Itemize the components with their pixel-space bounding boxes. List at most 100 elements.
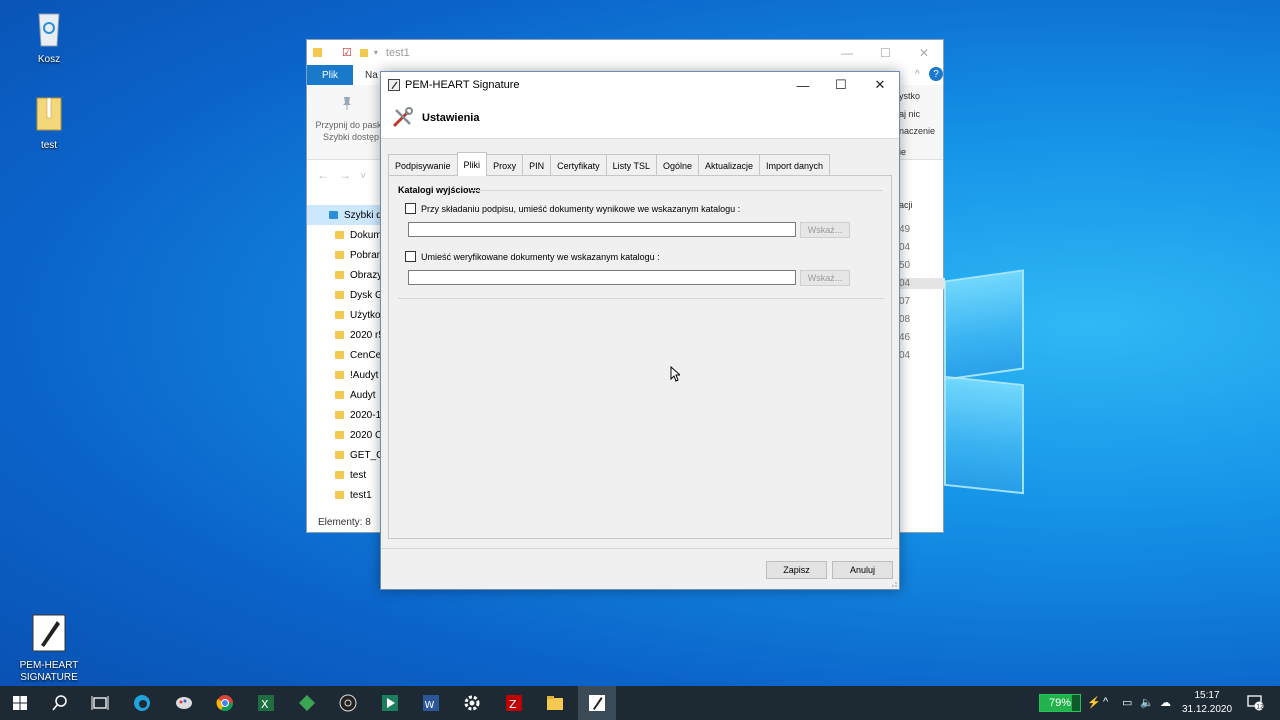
desktop-icon-test-folder[interactable]: test xyxy=(14,94,84,151)
sidebar-item[interactable]: Dokum xyxy=(307,225,381,245)
status-bar-count: Elementy: 8 xyxy=(318,517,371,528)
volume-icon[interactable]: 🔈 xyxy=(1140,696,1154,709)
footer-divider xyxy=(381,548,899,549)
sidebar-item-quick-access[interactable]: Szybki d xyxy=(307,205,381,225)
sidebar-item[interactable]: 2020 C xyxy=(307,425,381,445)
minimize-icon[interactable]: — xyxy=(841,46,853,60)
pen-signature-icon xyxy=(32,614,66,652)
sidebar-item[interactable]: !Audyt xyxy=(307,365,381,385)
folder-icon xyxy=(335,351,344,359)
back-arrow-icon[interactable]: ← xyxy=(317,168,329,182)
sidebar-item-label: GET_CE xyxy=(350,449,381,461)
pin-icon[interactable] xyxy=(339,95,355,111)
media-player-icon[interactable] xyxy=(380,693,400,713)
file-explorer-icon[interactable] xyxy=(545,693,565,713)
battery-indicator[interactable]: 79% xyxy=(1039,694,1081,712)
tab-import-danych[interactable]: Import danych xyxy=(759,154,831,176)
verify-output-browse-button[interactable]: Wskaż... xyxy=(800,270,850,286)
sidebar-item[interactable]: 2020-1 xyxy=(307,405,381,425)
sidebar-item-label: !Audyt xyxy=(350,369,379,381)
tab-file[interactable]: Plik xyxy=(307,65,353,85)
action-center-icon[interactable]: 12 xyxy=(1246,693,1264,711)
folder-icon xyxy=(335,331,344,339)
tab-aktualizacje[interactable]: Aktualizacje xyxy=(698,154,761,176)
navigation-pane: Szybki d Dokum Pobran Obrazy Dysk G Użytko 202… xyxy=(307,205,381,505)
sidebar-item[interactable]: CenCer xyxy=(307,345,381,365)
forward-arrow-icon[interactable]: → xyxy=(339,168,351,182)
ribbon-command-label[interactable]: ystko xyxy=(899,91,920,101)
sidebar-item[interactable]: Dysk G xyxy=(307,285,381,305)
tab-start[interactable]: Na xyxy=(365,70,378,81)
excel-icon[interactable]: X xyxy=(256,693,276,713)
pem-heart-taskbar-icon[interactable] xyxy=(587,693,607,713)
dialog-titlebar[interactable]: PEM-HEART Signature — ☐ ✕ xyxy=(381,72,899,98)
verify-output-checkbox[interactable] xyxy=(405,251,416,262)
battery-tray-icon[interactable]: ▭ xyxy=(1122,696,1132,709)
tab-proxy[interactable]: Proxy xyxy=(486,154,524,176)
pin-quick-access-label: Przypnij do paska Szybki dostęp xyxy=(315,120,387,142)
maximize-icon[interactable]: ☐ xyxy=(880,46,891,60)
search-icon[interactable] xyxy=(50,693,70,713)
desktop-icon-pem-heart[interactable]: PEM-HEART SIGNATURE xyxy=(14,601,84,696)
sign-output-browse-button[interactable]: Wskaż... xyxy=(800,222,850,238)
windows-start-icon[interactable] xyxy=(10,693,30,713)
sidebar-item[interactable]: test1 xyxy=(307,485,381,505)
ribbon-command-label[interactable]: acji xyxy=(899,200,913,210)
sidebar-item-label: Pobran xyxy=(350,249,381,261)
settings-gear-icon[interactable] xyxy=(462,693,482,713)
sign-output-checkbox[interactable] xyxy=(405,203,416,214)
close-icon[interactable]: ✕ xyxy=(861,72,899,98)
desktop-icon-label: Kosz xyxy=(37,54,61,65)
folder-icon xyxy=(335,431,344,439)
tab-ogólne[interactable]: Ogólne xyxy=(655,154,699,176)
sign-output-path-input[interactable] xyxy=(408,222,796,237)
svg-text:Z: Z xyxy=(509,698,517,711)
show-hidden-icons-chevron-icon[interactable]: ^ xyxy=(1103,696,1108,708)
sidebar-item[interactable]: Użytko xyxy=(307,305,381,325)
tab-certyfikaty[interactable]: Certyfikaty xyxy=(550,154,607,176)
recycle-bin-icon xyxy=(38,13,60,47)
sidebar-item[interactable]: test xyxy=(307,465,381,485)
svg-text:X: X xyxy=(261,698,269,711)
tab-pin[interactable]: PIN xyxy=(522,154,552,176)
power-plug-icon[interactable]: ⚡ xyxy=(1087,696,1101,709)
task-view-icon[interactable] xyxy=(90,693,110,713)
verify-output-path-input[interactable] xyxy=(408,270,796,285)
obs-icon[interactable] xyxy=(338,693,358,713)
resize-grip-icon[interactable] xyxy=(889,579,897,587)
maximize-icon[interactable]: ☐ xyxy=(822,72,860,98)
onedrive-cloud-icon[interactable]: ☁ xyxy=(1160,696,1171,709)
edge-browser-icon[interactable] xyxy=(132,693,152,713)
recent-chevron-icon[interactable]: v xyxy=(361,170,366,180)
sidebar-item[interactable]: Pobran xyxy=(307,245,381,265)
tab-listy-tsl[interactable]: Listy TSL xyxy=(605,154,657,176)
save-button[interactable]: Zapisz xyxy=(766,561,827,579)
ribbon-command-label[interactable]: ie xyxy=(899,147,906,157)
tab-podpisywanie[interactable]: Podpisywanie xyxy=(388,154,458,176)
system-clock[interactable]: 15:17 31.12.2020 xyxy=(1178,689,1236,717)
filezilla-icon[interactable]: Z xyxy=(504,693,524,713)
tab-panel-files: Katalogi wyjściowe Przy składaniu podpis… xyxy=(388,175,892,539)
cancel-button[interactable]: Anuluj xyxy=(832,561,893,579)
sidebar-item-label: Audyt xyxy=(350,389,376,401)
ribbon-command-label[interactable]: aj nic xyxy=(899,109,920,119)
minimize-icon[interactable]: — xyxy=(784,72,822,98)
word-icon[interactable]: W xyxy=(421,693,441,713)
windows-logo-wallpaper xyxy=(944,255,1028,495)
quick-access-dropdown-icon[interactable]: ▾ xyxy=(374,48,378,57)
chrome-icon[interactable] xyxy=(215,693,235,713)
tab-pliki[interactable]: Pliki xyxy=(456,152,488,176)
settings-dialog[interactable]: PEM-HEART Signature — ☐ ✕ Ustawienia Pod… xyxy=(380,71,900,590)
ribbon-command-label[interactable]: naczenie xyxy=(899,126,935,136)
file-date-fragment: 46 xyxy=(899,332,911,343)
paint-app-icon[interactable] xyxy=(174,693,194,713)
app-green-icon[interactable] xyxy=(297,693,317,713)
sidebar-item[interactable]: Obrazy xyxy=(307,265,381,285)
sidebar-item-label: 2020-1 xyxy=(350,409,381,421)
desktop-icon-recycle-bin[interactable]: Kosz xyxy=(14,8,84,65)
sidebar-item[interactable]: GET_CE xyxy=(307,445,381,465)
check-icon[interactable]: ☑ xyxy=(342,46,352,59)
sidebar-item[interactable]: Audyt xyxy=(307,385,381,405)
folder-icon xyxy=(335,251,344,259)
sidebar-item[interactable]: 2020 r5 xyxy=(307,325,381,345)
